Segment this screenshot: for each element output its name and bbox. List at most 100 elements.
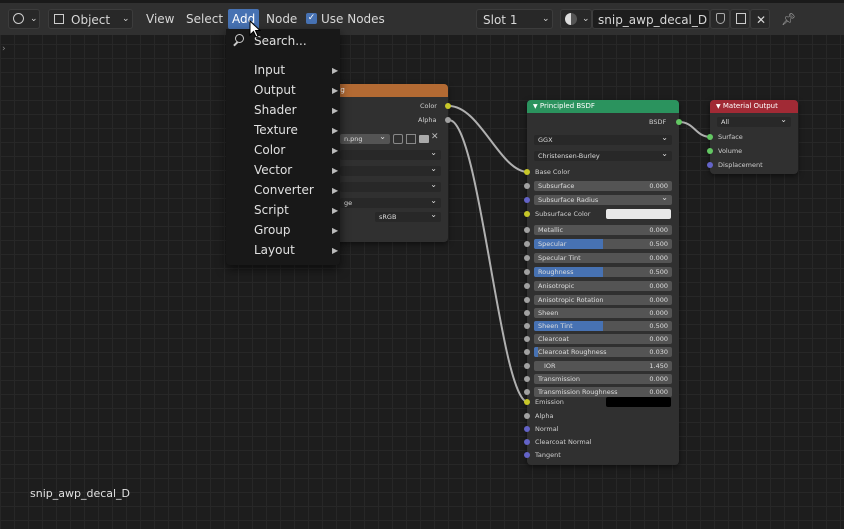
interpolation-dropdown[interactable] [340, 148, 441, 160]
menu-node[interactable]: Node [266, 9, 297, 29]
duplicate-material-button[interactable] [730, 9, 750, 29]
bsdf-field-clearcoat-roughness[interactable]: Clearcoat Roughness 0.030 [534, 347, 672, 357]
normal-label: Normal [535, 425, 559, 433]
bsdf-input-socket[interactable] [524, 336, 530, 342]
volume-socket[interactable] [707, 148, 713, 154]
sidebar-toggle-icon[interactable]: › [2, 44, 6, 54]
bsdf-input-socket[interactable] [524, 323, 530, 329]
displacement-socket[interactable] [707, 162, 713, 168]
bsdf-input-socket[interactable] [524, 283, 530, 289]
collapse-arrow-icon[interactable]: ▼ [716, 103, 721, 110]
material-name-field[interactable]: snip_awp_decal_D [592, 9, 710, 29]
output-target-dropdown[interactable]: All [717, 115, 791, 127]
browse-material-button[interactable]: ⌄ [560, 9, 592, 29]
add-menu-item-layout[interactable]: Layout [254, 240, 295, 260]
material-output-node[interactable]: ▼ Material Output All Surface Volume Dis… [707, 100, 798, 174]
principled-bsdf-header[interactable]: ▼ Principled BSDF [527, 100, 679, 113]
tangent-socket[interactable] [524, 452, 530, 458]
source-dropdown[interactable]: ge [340, 196, 441, 208]
alpha-socket[interactable] [524, 413, 530, 419]
fake-user-button[interactable] [710, 9, 730, 29]
principled-bsdf-node[interactable]: ▼ Principled BSDF BSDF GGX Christensen-B… [524, 100, 682, 465]
bsdf-field-transmission[interactable]: Transmission 0.000 [534, 374, 672, 384]
pin-button[interactable]: 📌︎ [778, 9, 798, 29]
volume-label: Volume [718, 147, 743, 155]
add-menu-item-input[interactable]: Input [254, 60, 285, 80]
output-alpha-socket[interactable] [445, 117, 451, 123]
bsdf-field-ior[interactable]: IOR 1.450 [534, 361, 672, 371]
colorspace-dropdown[interactable]: sRGB [375, 210, 441, 222]
bsdf-field-roughness[interactable]: Roughness 0.500 [534, 267, 672, 277]
material-output-header[interactable]: ▼ Material Output [710, 100, 798, 113]
bsdf-field-anisotropic[interactable]: Anisotropic 0.000 [534, 281, 672, 291]
displacement-label: Displacement [718, 161, 763, 169]
submenu-arrow-icon: ▶ [332, 246, 339, 255]
subsurface-color-swatch[interactable] [606, 209, 671, 219]
base-color-socket[interactable] [524, 169, 530, 175]
subsurface-socket[interactable] [524, 183, 530, 189]
bsdf-field-anisotropic-rotation[interactable]: Anisotropic Rotation 0.000 [534, 295, 672, 305]
subsurface-radius-dropdown[interactable]: Subsurface Radius [534, 193, 672, 205]
emission-color-swatch[interactable] [606, 397, 671, 407]
field-value: 0.000 [649, 296, 668, 304]
clearcoat-normal-socket[interactable] [524, 439, 530, 445]
bsdf-field-specular-tint[interactable]: Specular Tint 0.000 [534, 253, 672, 263]
extension-dropdown[interactable] [340, 180, 441, 192]
add-menu-item-group[interactable]: Group [254, 220, 291, 240]
folder-icon[interactable] [419, 135, 429, 143]
object-mode-dropdown[interactable]: Object ⌄ [48, 9, 133, 29]
slot-dropdown[interactable]: Slot 1 ⌄ [476, 9, 553, 29]
collapse-arrow-icon[interactable]: ▼ [533, 103, 538, 110]
subsurface-radius-socket[interactable] [524, 197, 530, 203]
bsdf-field-clearcoat[interactable]: Clearcoat 0.000 [534, 334, 672, 344]
add-menu-item-color[interactable]: Color [254, 140, 285, 160]
bsdf-input-socket[interactable] [524, 269, 530, 275]
projection-dropdown[interactable] [340, 164, 441, 176]
bsdf-input-socket[interactable] [524, 310, 530, 316]
node-links [448, 105, 712, 403]
bsdf-input-socket[interactable] [524, 349, 530, 355]
bsdf-field-specular[interactable]: Specular 0.500 [534, 239, 672, 249]
use-nodes-label: Use Nodes [321, 12, 385, 26]
add-menu-item-shader[interactable]: Shader [254, 100, 297, 120]
subsurface-method-dropdown[interactable]: Christensen-Burley [534, 149, 672, 161]
add-menu-search[interactable]: Search... [254, 31, 307, 51]
subsurface-color-socket[interactable] [524, 211, 530, 217]
bsdf-input-socket[interactable] [524, 241, 530, 247]
material-sphere-icon [565, 13, 577, 25]
emission-socket[interactable] [524, 399, 530, 405]
bsdf-output-socket[interactable] [676, 119, 682, 125]
add-menu-item-output[interactable]: Output [254, 80, 296, 100]
tangent-label: Tangent [535, 451, 561, 459]
bsdf-input-socket[interactable] [524, 227, 530, 233]
add-menu-item-script[interactable]: Script [254, 200, 289, 220]
chevron-down-icon: ⌄ [582, 14, 590, 24]
bsdf-input-socket[interactable] [524, 376, 530, 382]
add-menu-item-texture[interactable]: Texture [254, 120, 298, 140]
subsurface-field[interactable]: Subsurface 0.000 [534, 181, 672, 191]
close-icon[interactable]: ✕ [431, 132, 439, 142]
emission-label: Emission [535, 398, 564, 406]
shield-icon[interactable] [393, 134, 403, 144]
bsdf-output-label: BSDF [649, 118, 667, 126]
add-menu-item-converter[interactable]: Converter [254, 180, 314, 200]
image-name-field[interactable]: n.png [340, 132, 390, 144]
surface-socket[interactable] [707, 134, 713, 140]
menu-select[interactable]: Select [186, 9, 223, 29]
new-image-icon[interactable] [406, 134, 416, 144]
bsdf-field-sheen[interactable]: Sheen 0.000 [534, 308, 672, 318]
menu-view[interactable]: View [146, 9, 174, 29]
bsdf-field-metallic[interactable]: Metallic 0.000 [534, 225, 672, 235]
bsdf-input-socket[interactable] [524, 297, 530, 303]
output-color-socket[interactable] [445, 103, 451, 109]
bsdf-field-transmission-roughness[interactable]: Transmission Roughness 0.000 [534, 387, 672, 397]
bsdf-input-socket[interactable] [524, 389, 530, 395]
bsdf-input-socket[interactable] [524, 255, 530, 261]
add-menu-item-vector[interactable]: Vector [254, 160, 292, 180]
unlink-material-button[interactable]: ✕ [750, 9, 770, 29]
editor-type-button[interactable]: ⌄ [8, 9, 40, 29]
bsdf-field-sheen-tint[interactable]: Sheen Tint 0.500 [534, 321, 672, 331]
normal-socket[interactable] [524, 426, 530, 432]
bsdf-input-socket[interactable] [524, 363, 530, 369]
distribution-dropdown[interactable]: GGX [534, 133, 672, 145]
